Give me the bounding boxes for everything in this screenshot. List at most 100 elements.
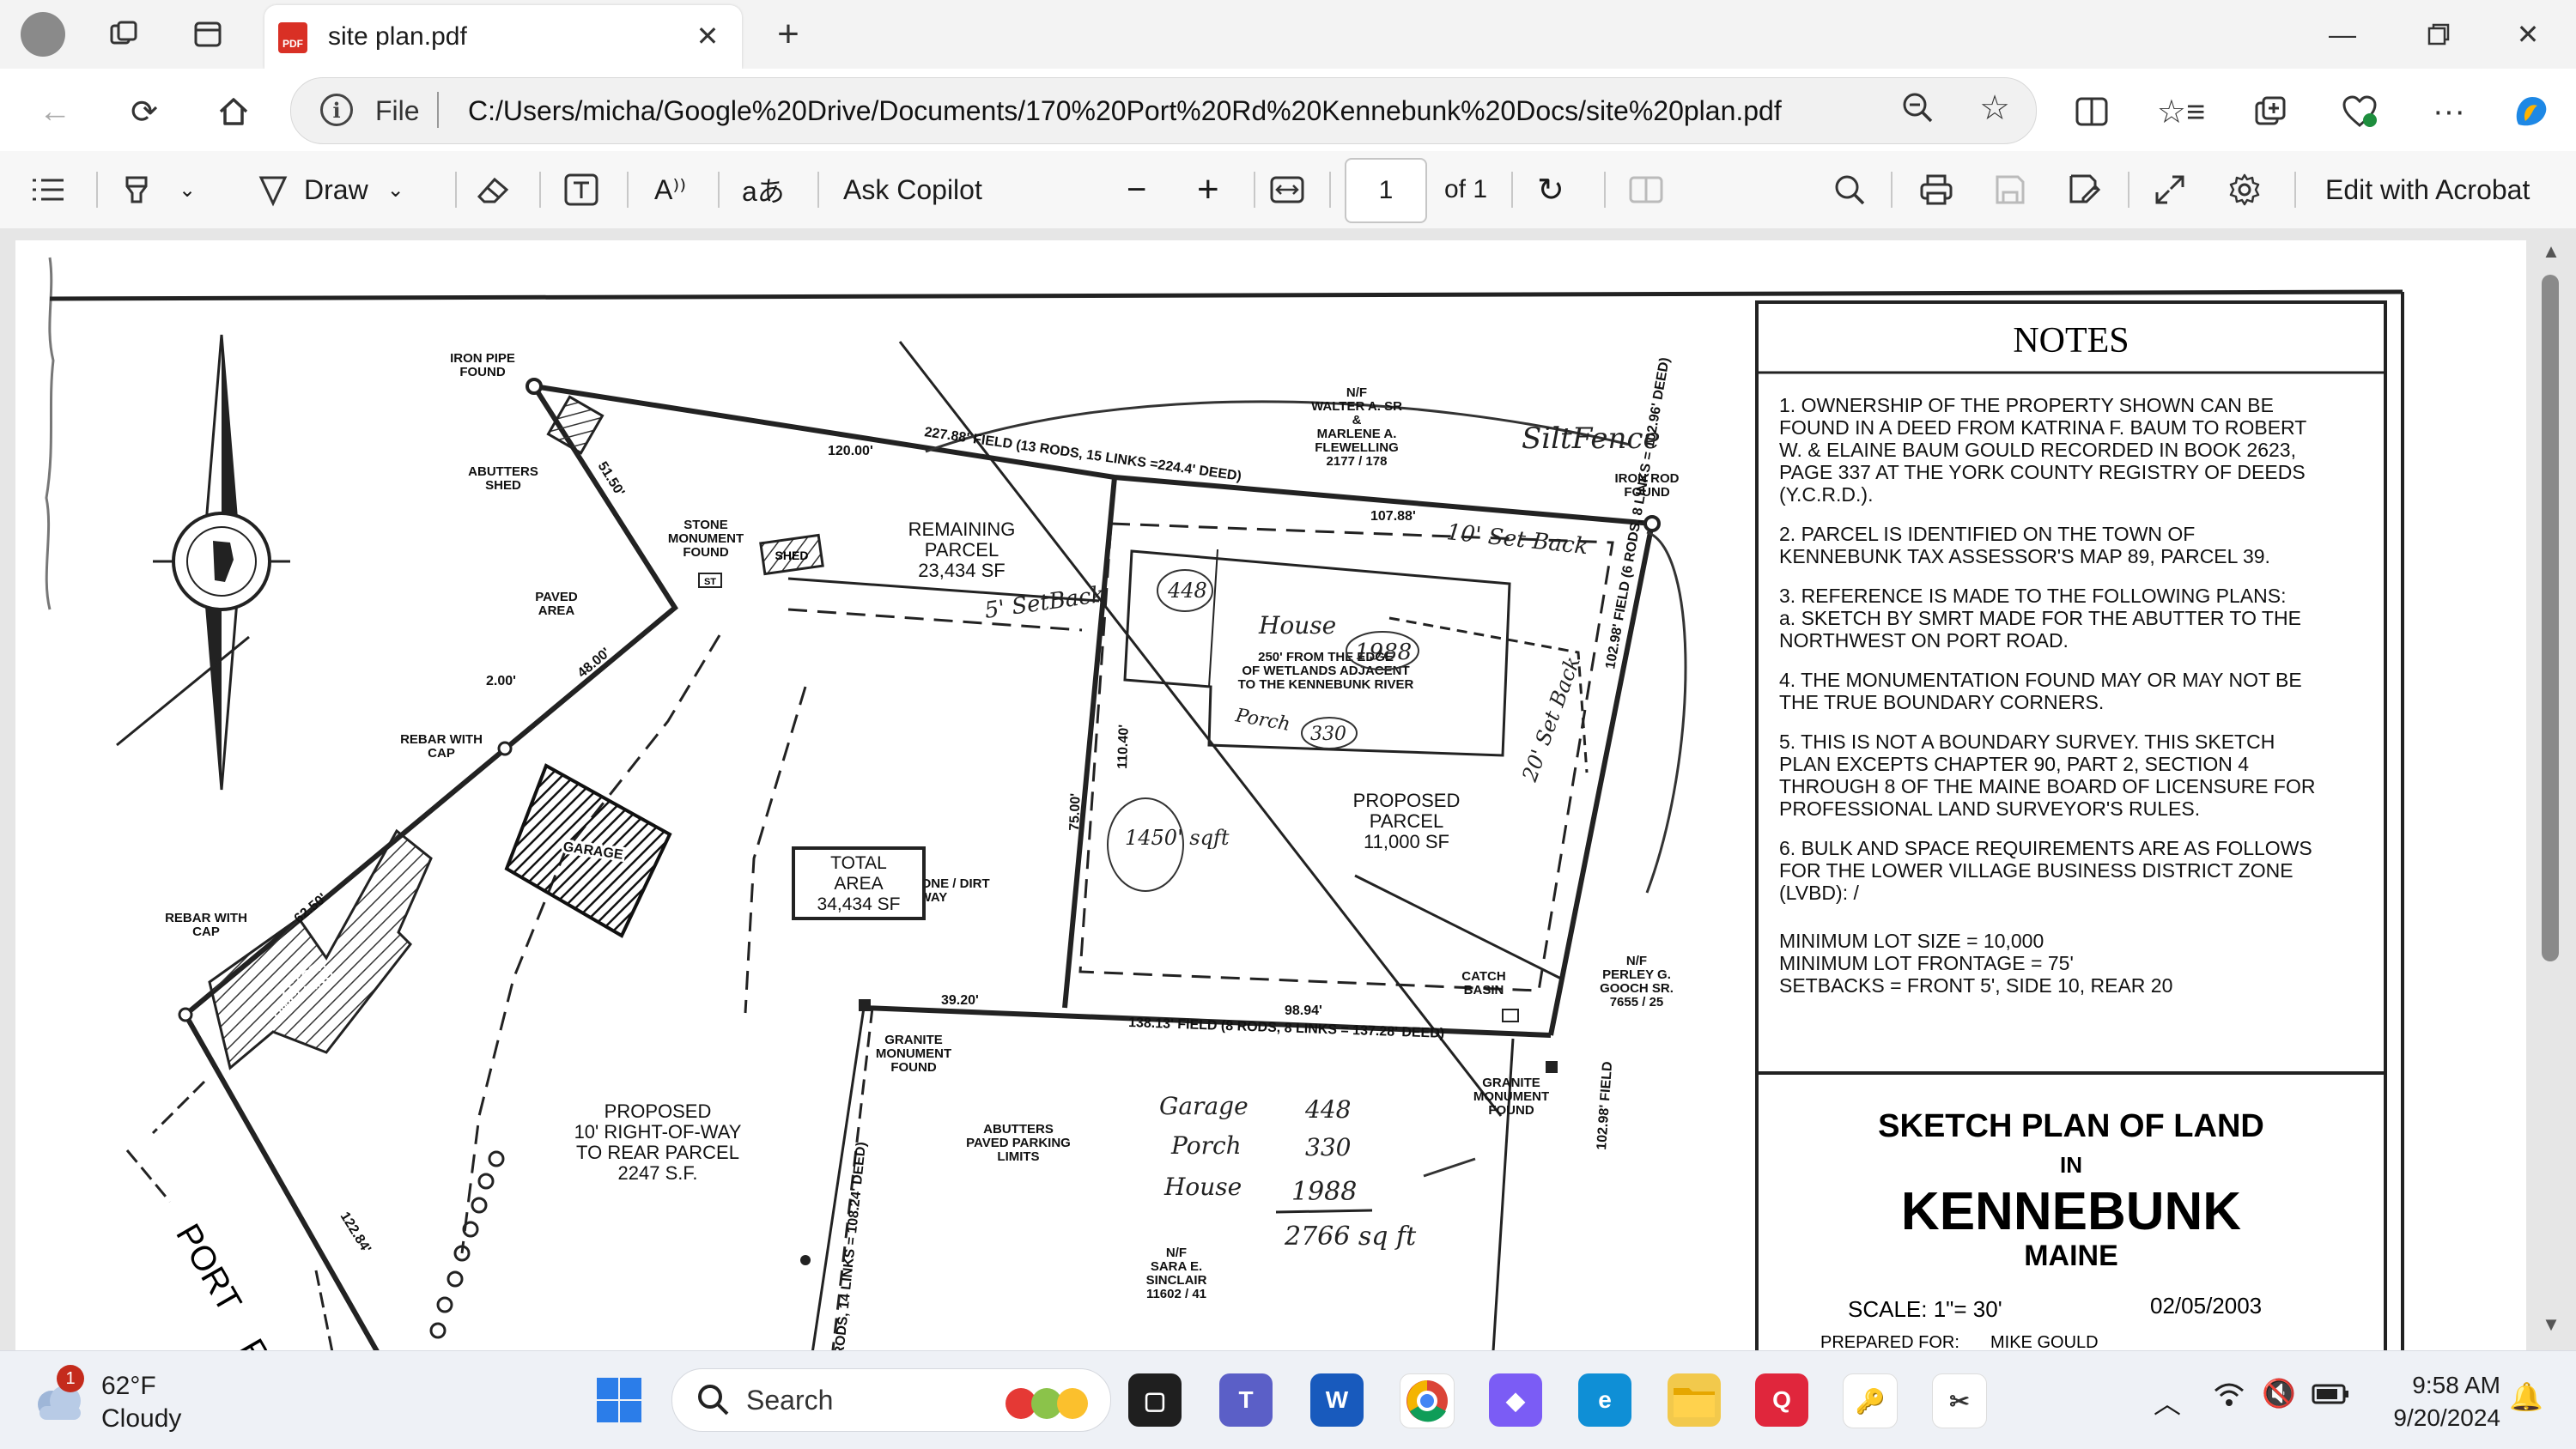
scrollbar-thumb[interactable] <box>2542 275 2559 961</box>
contents-icon[interactable] <box>31 168 65 211</box>
minimize-icon[interactable]: — <box>2294 5 2391 64</box>
info-icon[interactable]: i <box>320 94 353 126</box>
close-tab-icon[interactable]: ✕ <box>689 17 726 55</box>
settings-gear-icon[interactable] <box>2227 168 2262 211</box>
nf-perley-label-2: PERLEY G. <box>1602 967 1671 982</box>
acrobat-icon[interactable]: Q <box>1755 1373 1808 1427</box>
nf-sara-label-4: 11602 / 41 <box>1146 1287 1206 1301</box>
toolbar-separator <box>539 172 541 208</box>
ask-copilot-button[interactable]: Ask Copilot <box>843 168 982 211</box>
taskbar-search[interactable]: Search <box>671 1368 1111 1432</box>
abutters-shed-label-2: SHED <box>485 478 521 493</box>
browser-essentials-icon[interactable] <box>2336 88 2384 136</box>
fullscreen-icon[interactable] <box>2154 168 2186 211</box>
tab-site-plan[interactable]: PDF site plan.pdf ✕ <box>264 5 742 69</box>
rebar-cap-label-2: CAP <box>428 746 455 761</box>
save-icon[interactable] <box>1994 168 2026 211</box>
zoom-out-icon[interactable] <box>1900 90 1935 132</box>
eraser-icon[interactable] <box>474 168 512 211</box>
clock-date[interactable]: 9/20/2024 <box>2363 1404 2500 1432</box>
note-line: 5. THIS IS NOT A BOUNDARY SURVEY. THIS S… <box>1779 731 2275 753</box>
scroll-up-icon[interactable]: ▲ <box>2540 240 2562 263</box>
proposed-row-label-2: 10' RIGHT-OF-WAY <box>574 1121 742 1143</box>
close-window-icon[interactable]: ✕ <box>2480 5 2576 64</box>
rotate-icon[interactable]: ↻ <box>1537 168 1564 211</box>
more-options-icon[interactable]: ··· <box>2425 88 2473 136</box>
scroll-down-icon[interactable]: ▼ <box>2540 1313 2562 1336</box>
hw-porch-330: 330 <box>1310 724 1346 745</box>
translate-icon[interactable]: aあ <box>742 168 785 211</box>
zoom-out-button[interactable]: − <box>1127 168 1146 211</box>
copilot-app-icon[interactable]: ◆ <box>1489 1373 1542 1427</box>
home-icon[interactable] <box>210 88 258 136</box>
wifi-icon[interactable] <box>2212 1379 2246 1414</box>
address-url[interactable]: C:/Users/micha/Google%20Drive/Documents/… <box>468 95 1782 127</box>
snipping-tool-icon[interactable]: ✂ <box>1932 1373 1987 1428</box>
file-explorer-icon[interactable] <box>1668 1373 1721 1427</box>
page-number-input[interactable]: 1 <box>1345 158 1427 223</box>
hw-setback-20: 20' Set Back <box>1517 653 1585 785</box>
edit-with-acrobat-button[interactable]: Edit with Acrobat <box>2325 168 2530 211</box>
note-line: FOUND IN A DEED FROM KATRINA F. BAUM TO … <box>1779 416 2306 439</box>
teams-icon[interactable]: T <box>1219 1373 1273 1427</box>
fit-width-icon[interactable] <box>1269 168 1305 211</box>
toolbar-separator <box>817 172 819 208</box>
zoom-in-button[interactable]: + <box>1197 168 1219 211</box>
print-icon[interactable] <box>1918 168 1954 211</box>
clock-time[interactable]: 9:58 AM <box>2397 1372 2500 1399</box>
draw-button[interactable]: Draw ⌄ <box>256 168 404 211</box>
hw-house: House <box>1258 611 1336 640</box>
address-bar[interactable]: i File C:/Users/micha/Google%20Drive/Doc… <box>290 77 2037 144</box>
tab-actions-icon[interactable] <box>185 12 230 57</box>
find-icon[interactable] <box>1832 168 1867 211</box>
title-scale: SCALE: 1"= 30' <box>1848 1296 2002 1322</box>
title-town: KENNEBUNK <box>1901 1182 2241 1241</box>
nf-walter-label-5: FLEWELLING <box>1315 440 1399 455</box>
refresh-icon[interactable]: ⟳ <box>120 88 168 136</box>
read-aloud-icon[interactable]: A⁾⁾ <box>654 168 686 211</box>
battery-icon[interactable] <box>2312 1379 2351 1412</box>
weather-temperature[interactable]: 62°F <box>101 1372 156 1401</box>
page-view-icon[interactable] <box>1628 168 1664 211</box>
show-hidden-icons-chevron-icon[interactable]: ︿ <box>2154 1382 2181 1422</box>
dim-6250-label: 62.50' <box>292 891 331 926</box>
highlight-icon[interactable] <box>120 168 155 211</box>
favorites-icon[interactable]: ☆≡ <box>2157 88 2205 136</box>
iron-pipe-label-1: IRON PIPE <box>450 351 515 366</box>
proposed-row-label-4: 2247 S.F. <box>618 1162 698 1184</box>
new-tab-icon[interactable]: + <box>766 12 811 57</box>
add-text-icon[interactable] <box>563 168 599 211</box>
profile-avatar[interactable] <box>21 12 65 57</box>
toolbar-separator <box>96 172 98 208</box>
dwelling-building: 2 STORY DWELLING <box>208 828 433 1070</box>
tab-title: site plan.pdf <box>328 22 467 51</box>
granite-monument-2-label-1: GRANITE <box>1482 1076 1540 1090</box>
copilot-icon[interactable] <box>2507 88 2555 136</box>
vpn-key-icon[interactable]: 🔑 <box>1843 1373 1898 1428</box>
paved-area-label-1: PAVED <box>535 590 578 604</box>
favorite-star-icon[interactable]: ☆ <box>1979 88 2010 128</box>
weather-description[interactable]: Cloudy <box>101 1404 181 1434</box>
rebar-cap-2-label-1: REBAR WITH <box>165 911 247 925</box>
pdf-file-icon: PDF <box>278 22 307 53</box>
hw-448: 448 <box>1304 1095 1351 1124</box>
workspaces-icon[interactable] <box>101 12 146 57</box>
save-as-icon[interactable] <box>2068 168 2102 211</box>
task-view-icon[interactable]: ▢ <box>1128 1373 1182 1427</box>
edge-icon[interactable]: e <box>1578 1373 1631 1427</box>
split-screen-icon[interactable] <box>2068 88 2116 136</box>
restore-icon[interactable] <box>2391 5 2487 64</box>
chevron-down-icon[interactable]: ⌄ <box>179 168 196 211</box>
collections-icon[interactable] <box>2246 88 2294 136</box>
start-button[interactable] <box>592 1373 646 1427</box>
vertical-scrollbar[interactable]: ▲ ▼ <box>2533 240 2569 1339</box>
word-icon[interactable]: W <box>1310 1373 1364 1427</box>
volume-muted-icon[interactable]: 🔇 <box>2262 1377 2296 1410</box>
chrome-icon[interactable] <box>1400 1373 1455 1428</box>
hw-setback-10: 10' Set Back <box>1445 519 1589 560</box>
stone-monument-label-3: FOUND <box>683 545 728 560</box>
dim-west2-label: RODS, 14 LINKS = 108.24' DEED) <box>832 1141 869 1350</box>
granite-monument-label-2: MONUMENT <box>876 1046 951 1061</box>
back-icon[interactable]: ← <box>31 88 79 136</box>
notification-bell-icon[interactable]: 🔔 <box>2509 1380 2543 1413</box>
